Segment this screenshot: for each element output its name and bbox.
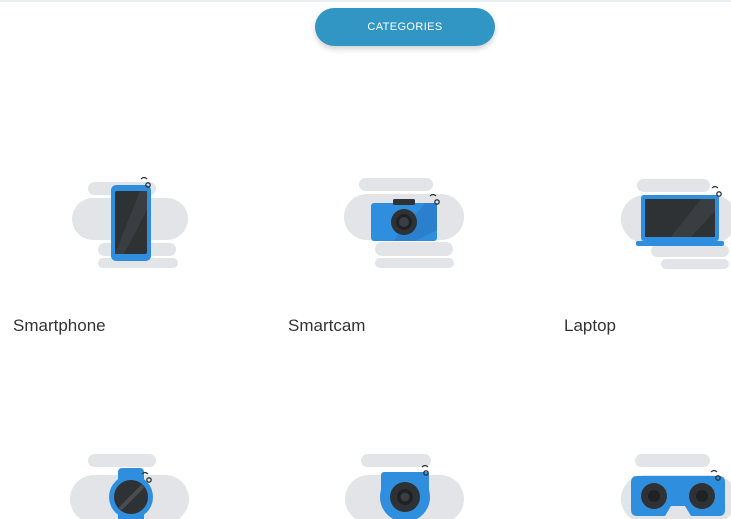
smartphone-icon	[72, 176, 188, 268]
camera-lens-icon	[345, 454, 464, 519]
category-label: Smartphone	[13, 316, 106, 335]
laptop-icon	[621, 179, 731, 269]
smartwatch-icon	[70, 454, 189, 519]
category-label: Laptop	[564, 316, 616, 335]
top-divider	[0, 0, 731, 2]
category-tile-laptop[interactable]: Laptop	[551, 170, 731, 350]
smartcam-icon	[344, 178, 464, 268]
category-label: Smartcam	[288, 316, 366, 335]
category-tile-smartcam[interactable]: Smartcam	[275, 170, 535, 350]
wifi-signal-icon	[711, 185, 722, 197]
category-tile-vr[interactable]	[551, 446, 731, 519]
category-tile-smartwatch[interactable]	[0, 446, 260, 519]
category-tile-smartphone[interactable]: Smartphone	[0, 170, 260, 350]
categories-button[interactable]: CATEGORIES	[315, 8, 495, 46]
category-tile-camera[interactable]	[275, 446, 535, 519]
vr-headset-icon	[621, 454, 731, 519]
